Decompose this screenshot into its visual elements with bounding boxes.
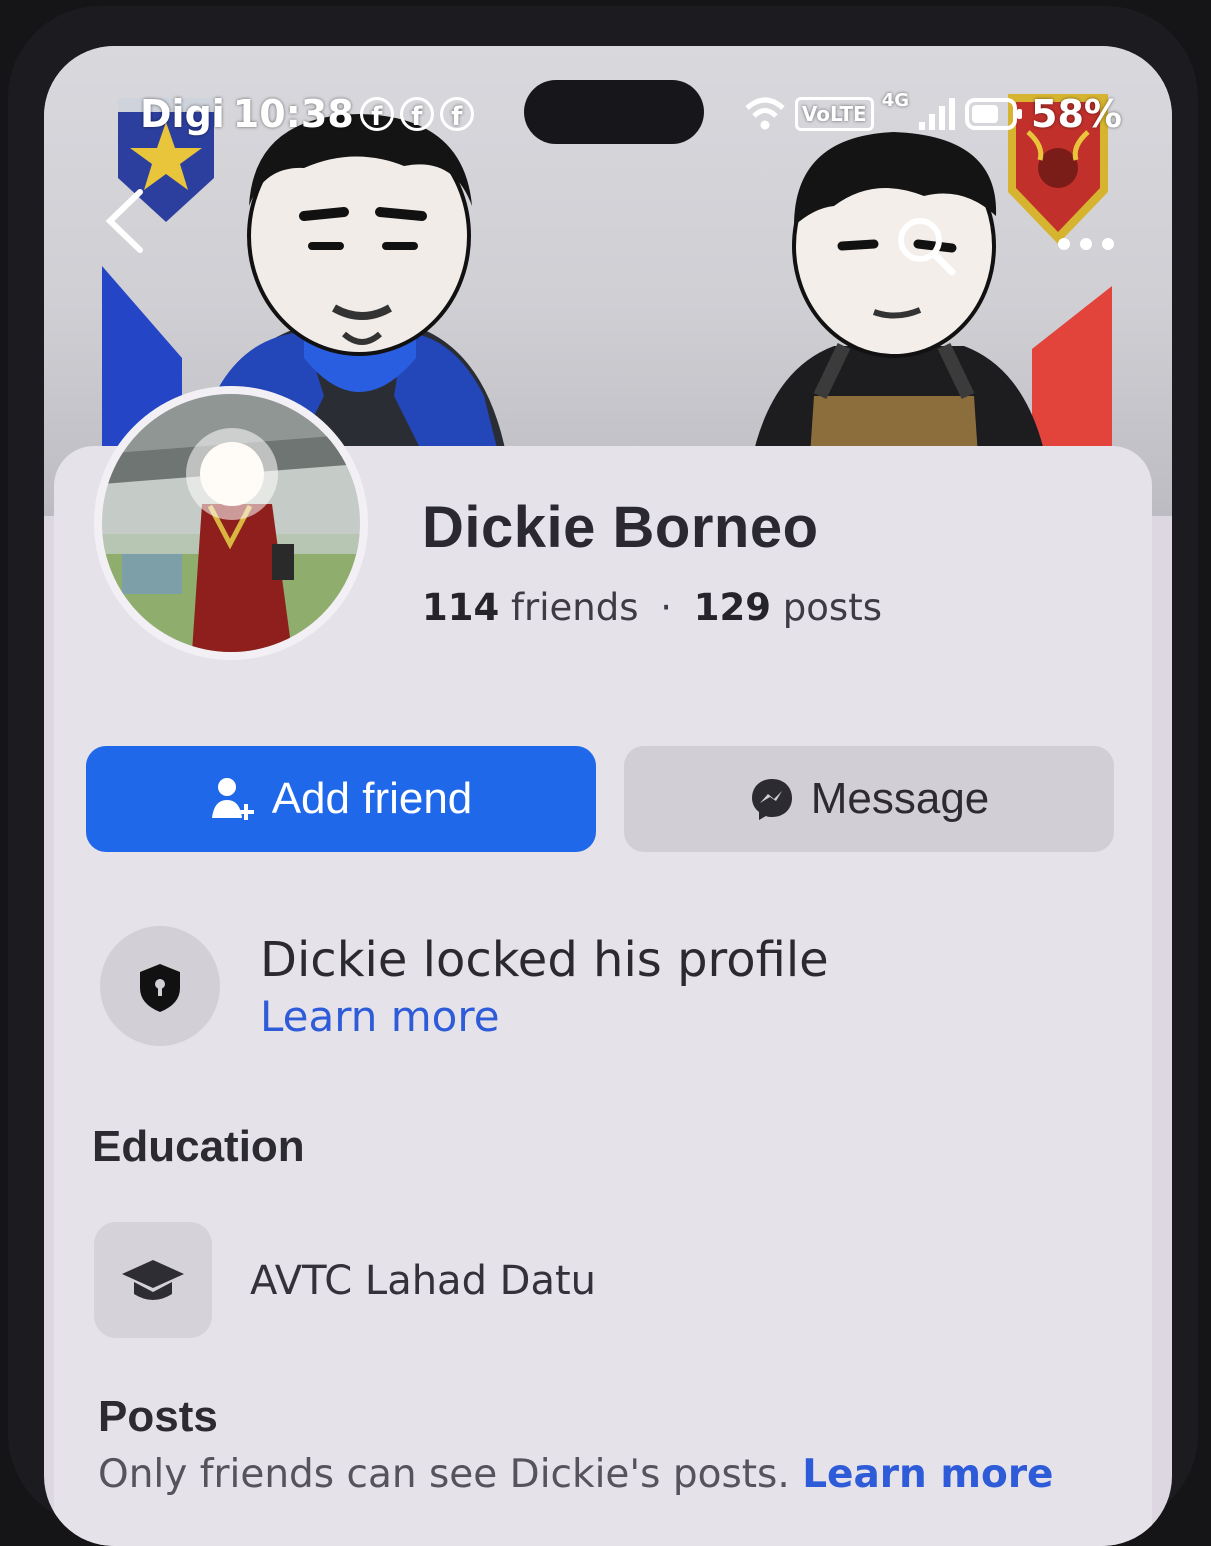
- status-bar-left: Digi 10:38 f f f: [140, 86, 474, 142]
- more-horizontal-icon[interactable]: [1050, 224, 1122, 264]
- carrier-name: Digi: [140, 92, 225, 136]
- graduation-cap-icon: [122, 1260, 184, 1300]
- messenger-icon: [751, 779, 792, 820]
- clock-time: 10:38: [232, 92, 354, 136]
- profile-avatar[interactable]: [94, 386, 368, 660]
- posts-note-text: Only friends can see Dickie's posts.: [98, 1452, 790, 1497]
- posts-heading: Posts: [98, 1392, 218, 1441]
- screen: Digi 10:38 f f f VoLTE 4G 58% Dickie Bor…: [44, 46, 1172, 1546]
- posts-label: posts: [782, 586, 882, 629]
- education-icon-container: [94, 1222, 212, 1338]
- posts-privacy-note: Only friends can see Dickie's posts. Lea…: [98, 1452, 1054, 1497]
- camera-notch: [524, 80, 704, 144]
- friends-label[interactable]: friends: [511, 586, 639, 629]
- profile-name: Dickie Borneo: [422, 495, 819, 560]
- facebook-icon: f: [359, 97, 394, 132]
- profile-stats: 114 friends · 129 posts: [422, 586, 882, 629]
- profile-photo: [102, 394, 360, 652]
- message-label: Message: [810, 774, 990, 823]
- phone-frame: Digi 10:38 f f f VoLTE 4G 58% Dickie Bor…: [8, 6, 1198, 1546]
- add-friend-button[interactable]: Add friend: [86, 746, 596, 852]
- add-person-icon: [211, 778, 254, 820]
- add-friend-label: Add friend: [271, 774, 473, 823]
- volte-badge: VoLTE: [794, 97, 874, 131]
- signal-bars-icon: [919, 98, 956, 130]
- message-button[interactable]: Message: [624, 746, 1114, 852]
- battery-percent: 58%: [1031, 92, 1122, 136]
- wifi-icon: [745, 97, 785, 130]
- facebook-icon: f: [439, 97, 474, 132]
- education-heading: Education: [92, 1122, 305, 1171]
- stats-separator: ·: [660, 586, 673, 629]
- friends-count: 114: [422, 586, 500, 629]
- search-icon[interactable]: [894, 214, 958, 278]
- posts-count: 129: [693, 586, 772, 629]
- lock-icon-container: [100, 926, 220, 1046]
- lock-learn-more-link[interactable]: Learn more: [260, 992, 500, 1041]
- education-school[interactable]: AVTC Lahad Datu: [250, 1258, 596, 1304]
- posts-learn-more-link[interactable]: Learn more: [802, 1452, 1053, 1497]
- facebook-icon: f: [399, 97, 434, 132]
- chevron-left-icon[interactable]: [100, 186, 150, 256]
- lock-notice-title: Dickie locked his profile: [260, 932, 829, 988]
- battery-icon: [965, 98, 1023, 130]
- shield-lock-icon: [140, 964, 180, 1012]
- network-type: 4G: [881, 90, 910, 111]
- status-bar-right: VoLTE 4G 58%: [743, 86, 1122, 142]
